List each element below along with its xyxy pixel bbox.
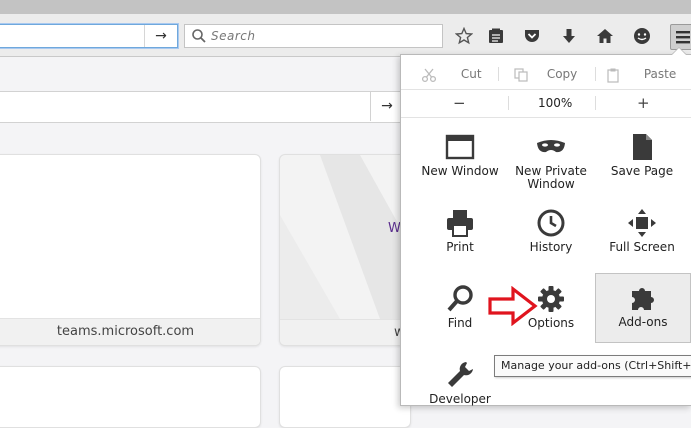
cut-button[interactable]: Cut: [421, 60, 482, 88]
red-arrow-annotation: [488, 286, 538, 326]
downloads-icon[interactable]: [557, 24, 581, 48]
pocket-icon[interactable]: [520, 24, 544, 48]
add-ons-button[interactable]: Add-ons: [595, 273, 691, 343]
tile-preview-text: W: [388, 221, 401, 236]
print-button[interactable]: Print: [413, 199, 507, 271]
full-screen-button[interactable]: Full Screen: [595, 199, 689, 271]
reading-list-icon[interactable]: [484, 24, 508, 48]
top-site-tile[interactable]: [0, 366, 261, 428]
scissors-icon: [421, 68, 437, 82]
wrench-icon: [448, 362, 473, 387]
history-button[interactable]: History: [504, 199, 598, 271]
url-bar[interactable]: →: [0, 24, 178, 48]
clock-icon: [537, 209, 565, 237]
search-input[interactable]: Search: [184, 24, 443, 48]
main-menu-panel: Cut Copy Paste − 100% + New Window New P…: [400, 54, 691, 406]
newtab-search-go-button[interactable]: →: [370, 91, 403, 121]
tile-label: teams.microsoft.com: [0, 318, 260, 345]
zoom-in-button[interactable]: +: [637, 89, 650, 117]
page-icon: [633, 134, 652, 160]
gear-icon: [538, 286, 564, 312]
puzzle-icon: [632, 288, 654, 310]
developer-button[interactable]: Developer: [413, 351, 507, 423]
zoom-level[interactable]: 100%: [538, 89, 572, 117]
search-placeholder: Search: [211, 29, 256, 43]
zoom-out-button[interactable]: −: [453, 89, 466, 117]
new-private-window-button[interactable]: New Private Window: [504, 123, 598, 195]
top-site-tile[interactable]: teams.microsoft.com: [0, 154, 261, 346]
mask-icon: [537, 140, 565, 153]
new-window-button[interactable]: New Window: [413, 123, 507, 195]
newtab-search-input[interactable]: [0, 91, 404, 123]
star-icon[interactable]: [452, 24, 476, 48]
copy-button[interactable]: Copy: [513, 60, 577, 88]
home-icon[interactable]: [593, 24, 617, 48]
add-ons-tooltip: Manage your add-ons (Ctrl+Shift+A): [494, 355, 691, 377]
chat-icon[interactable]: [630, 24, 654, 48]
tab-strip: [0, 0, 691, 14]
magnifier-icon: [447, 285, 473, 312]
search-icon: [192, 29, 206, 43]
url-go-button[interactable]: →: [144, 25, 177, 47]
edit-controls: Cut Copy Paste: [401, 60, 691, 88]
zoom-controls: − 100% +: [401, 89, 691, 117]
printer-icon: [447, 210, 473, 237]
clipboard-icon: [607, 68, 619, 83]
save-page-button[interactable]: Save Page: [595, 123, 689, 195]
tile-label: w: [280, 319, 410, 345]
copy-icon: [514, 67, 528, 82]
window-icon: [445, 134, 475, 160]
top-site-tile[interactable]: W w: [279, 154, 411, 346]
fullscreen-icon: [628, 209, 656, 237]
paste-button[interactable]: Paste: [606, 60, 676, 88]
top-site-tile[interactable]: [279, 366, 411, 428]
panel-arrow-inner: [672, 48, 686, 55]
